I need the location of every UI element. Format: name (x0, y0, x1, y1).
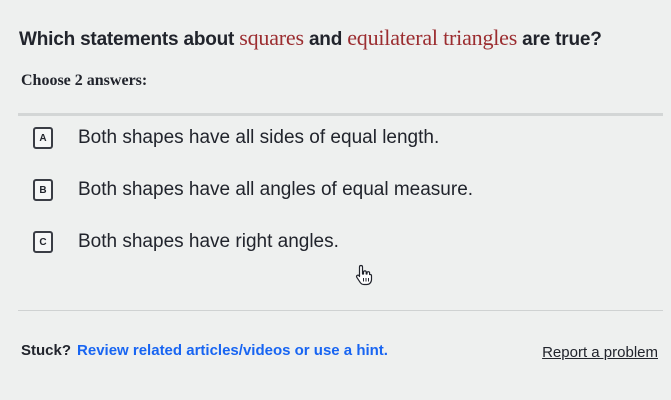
divider-top (18, 113, 663, 116)
report-problem-link[interactable]: Report a problem (542, 344, 658, 361)
stuck-label: Stuck? (21, 342, 72, 359)
choice-letter-badge: B (33, 179, 53, 201)
help-section: Stuck? Review related articles/videos or … (21, 342, 388, 359)
choice-letter-badge: C (33, 231, 53, 253)
choice-text: Both shapes have right angles. (78, 231, 339, 252)
choice-c[interactable]: C Both shapes have right angles. (33, 229, 339, 255)
term-squares: squares (239, 25, 304, 50)
term-equilateral-triangles: equilateral triangles (347, 25, 518, 50)
question-text: Which statements about squares and equil… (19, 24, 659, 54)
divider-bottom (18, 310, 663, 311)
choice-letter-badge: A (33, 127, 53, 149)
hint-link[interactable]: Review related articles/videos or use a … (77, 342, 388, 359)
question-part-1: Which statements about (19, 29, 240, 50)
choice-text: Both shapes have all angles of equal mea… (78, 179, 474, 200)
question-part-3: are true? (517, 29, 602, 50)
question-part-2: and (303, 29, 348, 50)
choice-text: Both shapes have all sides of equal leng… (78, 127, 440, 148)
hand-pointer-icon (355, 264, 373, 286)
choose-instructions: Choose 2 answers: (21, 72, 148, 89)
choice-b[interactable]: B Both shapes have all angles of equal m… (33, 177, 473, 203)
choice-a[interactable]: A Both shapes have all sides of equal le… (33, 125, 439, 151)
